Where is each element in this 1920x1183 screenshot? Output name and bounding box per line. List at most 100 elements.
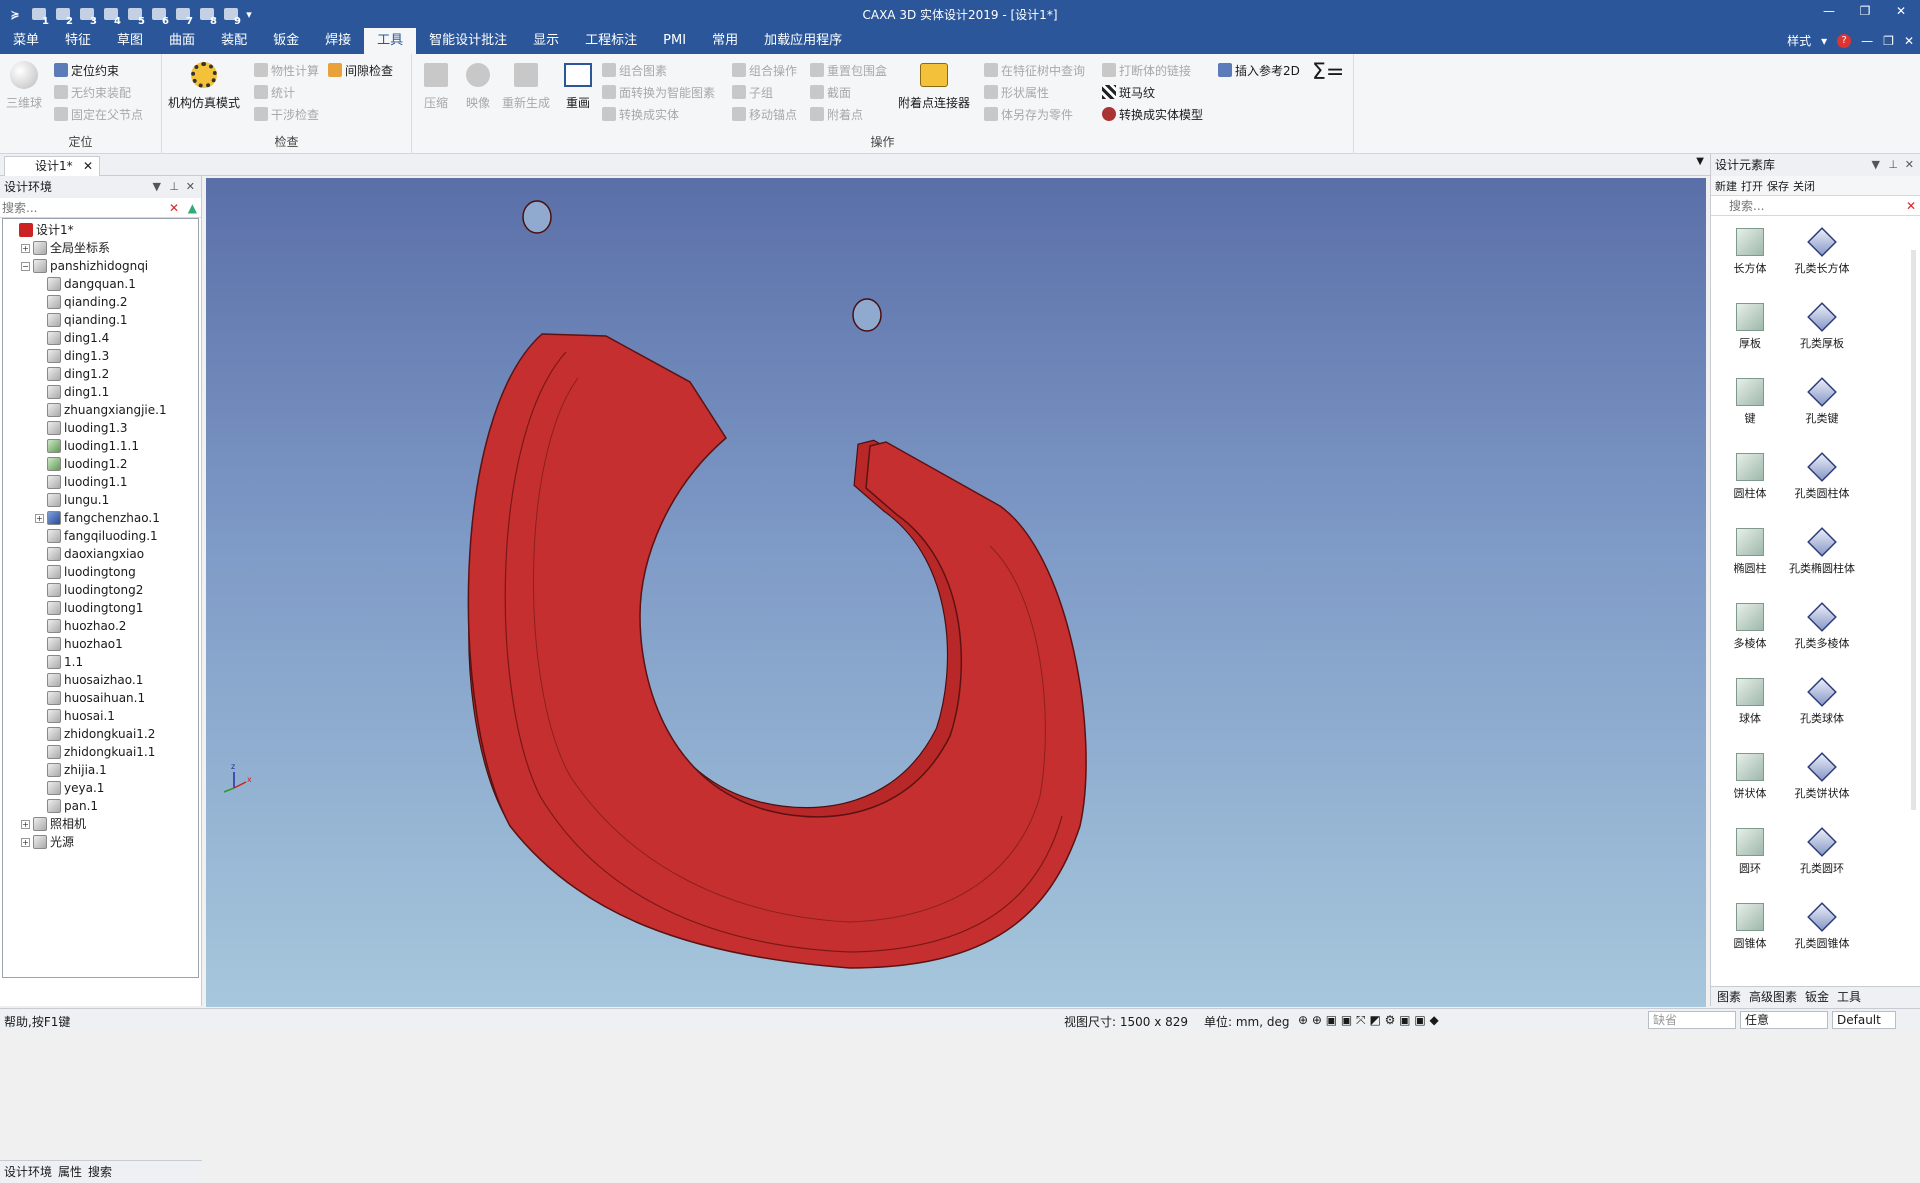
close-library-button[interactable]: 关闭	[1793, 178, 1815, 194]
compress-button[interactable]: 压缩	[420, 60, 452, 111]
library-item-hole[interactable]: 孔类长方体	[1785, 227, 1859, 276]
library-item-solid[interactable]: 球体	[1713, 678, 1787, 726]
help-icon[interactable]: ?	[1837, 34, 1852, 48]
library-item-solid[interactable]: 椭圆柱	[1713, 528, 1787, 576]
tree-root[interactable]: 设计1*	[7, 221, 74, 239]
tree-part[interactable]: ding1.1	[35, 383, 109, 401]
expand-toggle-icon[interactable]: +	[35, 513, 44, 523]
tree-part[interactable]: 1.1	[35, 653, 83, 671]
library-item-solid[interactable]: 圆锥体	[1713, 903, 1787, 951]
expand-toggle-icon[interactable]: +	[21, 837, 30, 847]
mass-properties-button[interactable]: 物性计算	[254, 60, 319, 80]
tree-search-input[interactable]: 搜索... ✕ ▲	[0, 198, 201, 218]
style-dropdown[interactable]: 样式	[1787, 28, 1811, 54]
break-link-button[interactable]: 打断体的链接	[1102, 60, 1191, 80]
open-button[interactable]: 打开	[1741, 178, 1763, 194]
3d-viewport[interactable]: z x	[206, 178, 1706, 1007]
tab-tools-lib[interactable]: 工具	[1837, 987, 1861, 1006]
tree-light[interactable]: + 光源	[21, 833, 74, 851]
tree-part[interactable]: fangqiluoding.1	[35, 527, 158, 545]
tree-part[interactable]: luoding1.1.1	[35, 437, 139, 455]
part-horseshoe[interactable]	[467, 200, 1087, 969]
library-item-solid[interactable]: 多棱体	[1713, 603, 1787, 651]
locate-constraint-button[interactable]: 定位约束	[54, 60, 119, 80]
tree-part[interactable]: luoding1.3	[35, 419, 128, 437]
tab-sheetmetal-lib[interactable]: 钣金	[1805, 987, 1829, 1006]
library-menu-icon[interactable]: ▼	[1872, 154, 1880, 176]
zoom-icon[interactable]: ⊕ ⊕ ▣ ▣ ⤧ ◩ ⚙ ▣ ▣ ◆	[1298, 1013, 1439, 1028]
tab-search[interactable]: 搜索	[88, 1161, 112, 1182]
tree-global-coords[interactable]: + 全局坐标系	[21, 239, 110, 257]
tree-part[interactable]: ding1.4	[35, 329, 109, 347]
close-button[interactable]: ✕	[1884, 4, 1918, 24]
tab-smart-annotation[interactable]: 智能设计批注	[416, 28, 520, 54]
tree-part[interactable]: huosai.1	[35, 707, 115, 725]
tab-pmi[interactable]: PMI	[650, 28, 699, 54]
tree-part[interactable]: luodingtong2	[35, 581, 143, 599]
to-smart-element-button[interactable]: 面转换为智能图素	[602, 82, 715, 102]
reset-bbox-button[interactable]: 重置包围盒	[810, 60, 887, 80]
tree-part[interactable]: zhidongkuai1.1	[35, 743, 155, 761]
tab-sketch[interactable]: 草图	[104, 28, 156, 54]
save-button[interactable]: 保存	[1767, 178, 1789, 194]
filter-select-1[interactable]: 缺省	[1648, 1011, 1736, 1029]
doc-tab-design1[interactable]: 设计1* ✕	[4, 156, 100, 176]
library-item-hole[interactable]: 孔类饼状体	[1785, 752, 1859, 801]
tree-part[interactable]: lungu.1	[35, 491, 109, 509]
library-close-icon[interactable]: ✕	[1905, 154, 1914, 176]
panel-menu-icon[interactable]: ▼	[153, 176, 161, 198]
library-item-solid[interactable]: 饼状体	[1713, 753, 1787, 801]
tree-part[interactable]: qianding.2	[35, 293, 128, 311]
filter-icon[interactable]: ▲	[188, 198, 197, 218]
redraw-button[interactable]: 重画	[562, 60, 594, 111]
library-search-input[interactable]: 搜索... ✕	[1711, 196, 1920, 216]
zebra-button[interactable]: 斑马纹	[1102, 82, 1155, 102]
mirror-button[interactable]: 映像	[462, 60, 494, 111]
tree-part[interactable]: ding1.3	[35, 347, 109, 365]
tree-part[interactable]: huozhao.2	[35, 617, 126, 635]
tree-part[interactable]: zhijia.1	[35, 761, 107, 779]
expand-toggle-icon[interactable]: +	[21, 819, 30, 829]
save-as-part-button[interactable]: 体另存为零件	[984, 104, 1073, 124]
clear-search-icon[interactable]: ✕	[169, 198, 179, 218]
library-item-hole[interactable]: 孔类键	[1785, 377, 1859, 426]
tab-weld[interactable]: 焊接	[312, 28, 364, 54]
library-item-solid[interactable]: 圆柱体	[1713, 453, 1787, 501]
tab-feature[interactable]: 特征	[52, 28, 104, 54]
tab-properties[interactable]: 属性	[58, 1161, 82, 1182]
library-item-hole[interactable]: 孔类圆锥体	[1785, 902, 1859, 951]
style-chevron-icon[interactable]: ▾	[1821, 28, 1827, 54]
tree-part[interactable]: luoding1.2	[35, 455, 128, 473]
mech-sim-button[interactable]: 机构仿真模式	[168, 60, 240, 111]
tab-surface[interactable]: 曲面	[156, 28, 208, 54]
minimize-button[interactable]: —	[1812, 4, 1846, 24]
maximize-button[interactable]: ❐	[1848, 4, 1882, 24]
tree-part[interactable]: zhidongkuai1.2	[35, 725, 155, 743]
panel-close-icon[interactable]: ✕	[186, 176, 195, 198]
regenerate-button[interactable]: 重新生成	[502, 60, 550, 111]
tree-part[interactable]: luodingtong1	[35, 599, 143, 617]
statistics-button[interactable]: 统计	[254, 82, 295, 102]
library-item-hole[interactable]: 孔类多棱体	[1785, 602, 1859, 651]
library-pin-icon[interactable]: ⊥	[1888, 154, 1898, 176]
tree-part[interactable]: + fangchenzhao.1	[35, 509, 160, 527]
library-item-hole[interactable]: 孔类厚板	[1785, 302, 1859, 351]
combine-operation-button[interactable]: 组合操作	[732, 60, 797, 80]
tree-part[interactable]: dangquan.1	[35, 275, 136, 293]
tab-addins[interactable]: 加载应用程序	[751, 28, 855, 54]
combine-elements-button[interactable]: 组合图素	[602, 60, 667, 80]
tree-part[interactable]: luoding1.1	[35, 473, 128, 491]
tree-part[interactable]: zhuangxiangjie.1	[35, 401, 167, 419]
expand-toggle-icon[interactable]: −	[21, 261, 30, 271]
interference-check-button[interactable]: 干涉检查	[254, 104, 319, 124]
library-item-hole[interactable]: 孔类圆柱体	[1785, 452, 1859, 501]
tabs-dropdown-icon[interactable]: ▼	[1696, 156, 1704, 167]
insert-ref2d-button[interactable]: 插入参考2D	[1218, 60, 1300, 80]
to-solid-model-button[interactable]: 转换成实体模型	[1102, 104, 1203, 124]
inner-close-button[interactable]: ✕	[1904, 28, 1914, 54]
tab-assembly[interactable]: 装配	[208, 28, 260, 54]
expand-toggle-icon[interactable]: +	[21, 243, 30, 253]
filter-select-3[interactable]: Default	[1832, 1011, 1896, 1029]
tree-part[interactable]: qianding.1	[35, 311, 128, 329]
tree-part[interactable]: pan.1	[35, 797, 98, 815]
